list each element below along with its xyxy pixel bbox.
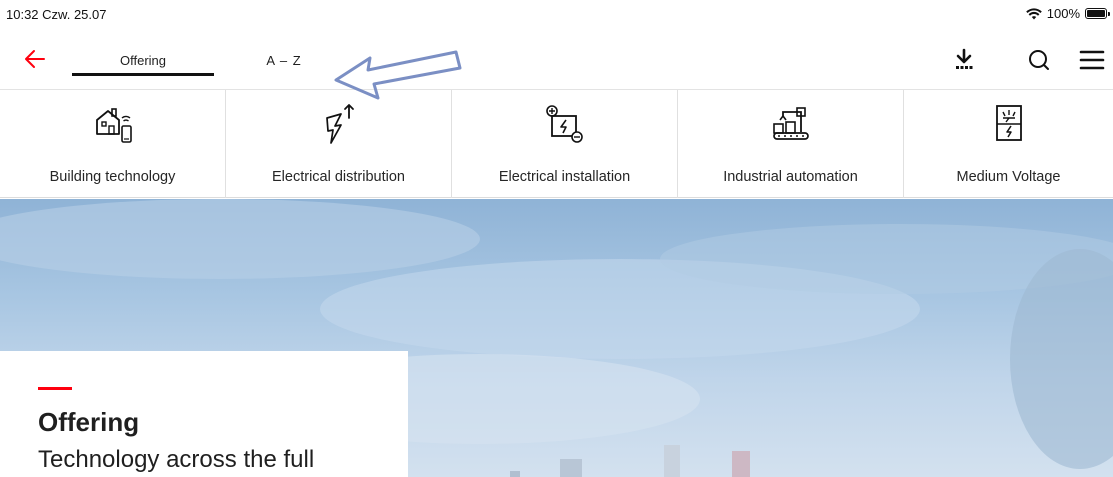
- electrical-panel-icon: [545, 105, 583, 143]
- back-button[interactable]: [20, 44, 50, 74]
- category-bar: Building technology Electrical distribut…: [0, 90, 1113, 198]
- search-icon: [1029, 50, 1049, 70]
- category-label: Building technology: [49, 169, 176, 185]
- hero-title: Offering: [38, 407, 140, 437]
- category-electrical-distribution[interactable]: Electrical distribution: [226, 90, 452, 198]
- category-label: Medium Voltage: [956, 169, 1061, 185]
- menu-button[interactable]: [1078, 46, 1106, 74]
- tab-offering[interactable]: Offering: [72, 30, 214, 90]
- wifi-icon: [1025, 7, 1042, 19]
- tab-a-z-label: A – Z: [266, 52, 302, 68]
- hero-card: Offering Technology across the full: [0, 351, 408, 477]
- status-bar: 10:32 Czw. 25.07 100%: [0, 0, 1113, 30]
- category-electrical-installation[interactable]: Electrical installation: [452, 90, 678, 198]
- category-industrial-automation[interactable]: Industrial automation: [678, 90, 904, 198]
- clock: 10:32: [6, 7, 39, 22]
- download-icon: [956, 48, 973, 69]
- voltage-meter-icon: [995, 105, 1022, 141]
- menu-icon: [1079, 50, 1105, 70]
- search-button[interactable]: [1025, 46, 1053, 74]
- hero-subtitle: Technology across the full: [38, 446, 315, 473]
- category-label: Industrial automation: [723, 169, 858, 185]
- status-time: 10:32 Czw. 25.07: [6, 7, 107, 22]
- category-medium-voltage[interactable]: Medium Voltage: [904, 90, 1113, 198]
- top-navigation: Offering A – Z: [0, 30, 1113, 100]
- active-tab-indicator: [72, 73, 214, 76]
- hero-banner: Offering Technology across the full: [0, 199, 1113, 477]
- battery-percent: 100%: [1046, 6, 1080, 21]
- tab-a-z[interactable]: A – Z: [264, 30, 304, 90]
- battery-icon: [1085, 8, 1110, 19]
- tab-offering-label: Offering: [119, 52, 166, 68]
- smart-home-icon: [95, 108, 132, 143]
- battery-level: [1087, 10, 1105, 17]
- robot-factory-icon: [772, 107, 809, 140]
- category-label: Electrical distribution: [272, 169, 405, 185]
- arrow-left-icon: [25, 50, 45, 68]
- status-indicators: 100%: [1025, 6, 1110, 21]
- download-button[interactable]: [950, 46, 978, 74]
- lightning-icon: [325, 104, 354, 144]
- accent-bar: [38, 387, 72, 390]
- date: Czw. 25.07: [42, 7, 107, 22]
- category-label: Electrical installation: [498, 169, 631, 185]
- category-building-technology[interactable]: Building technology: [0, 90, 226, 198]
